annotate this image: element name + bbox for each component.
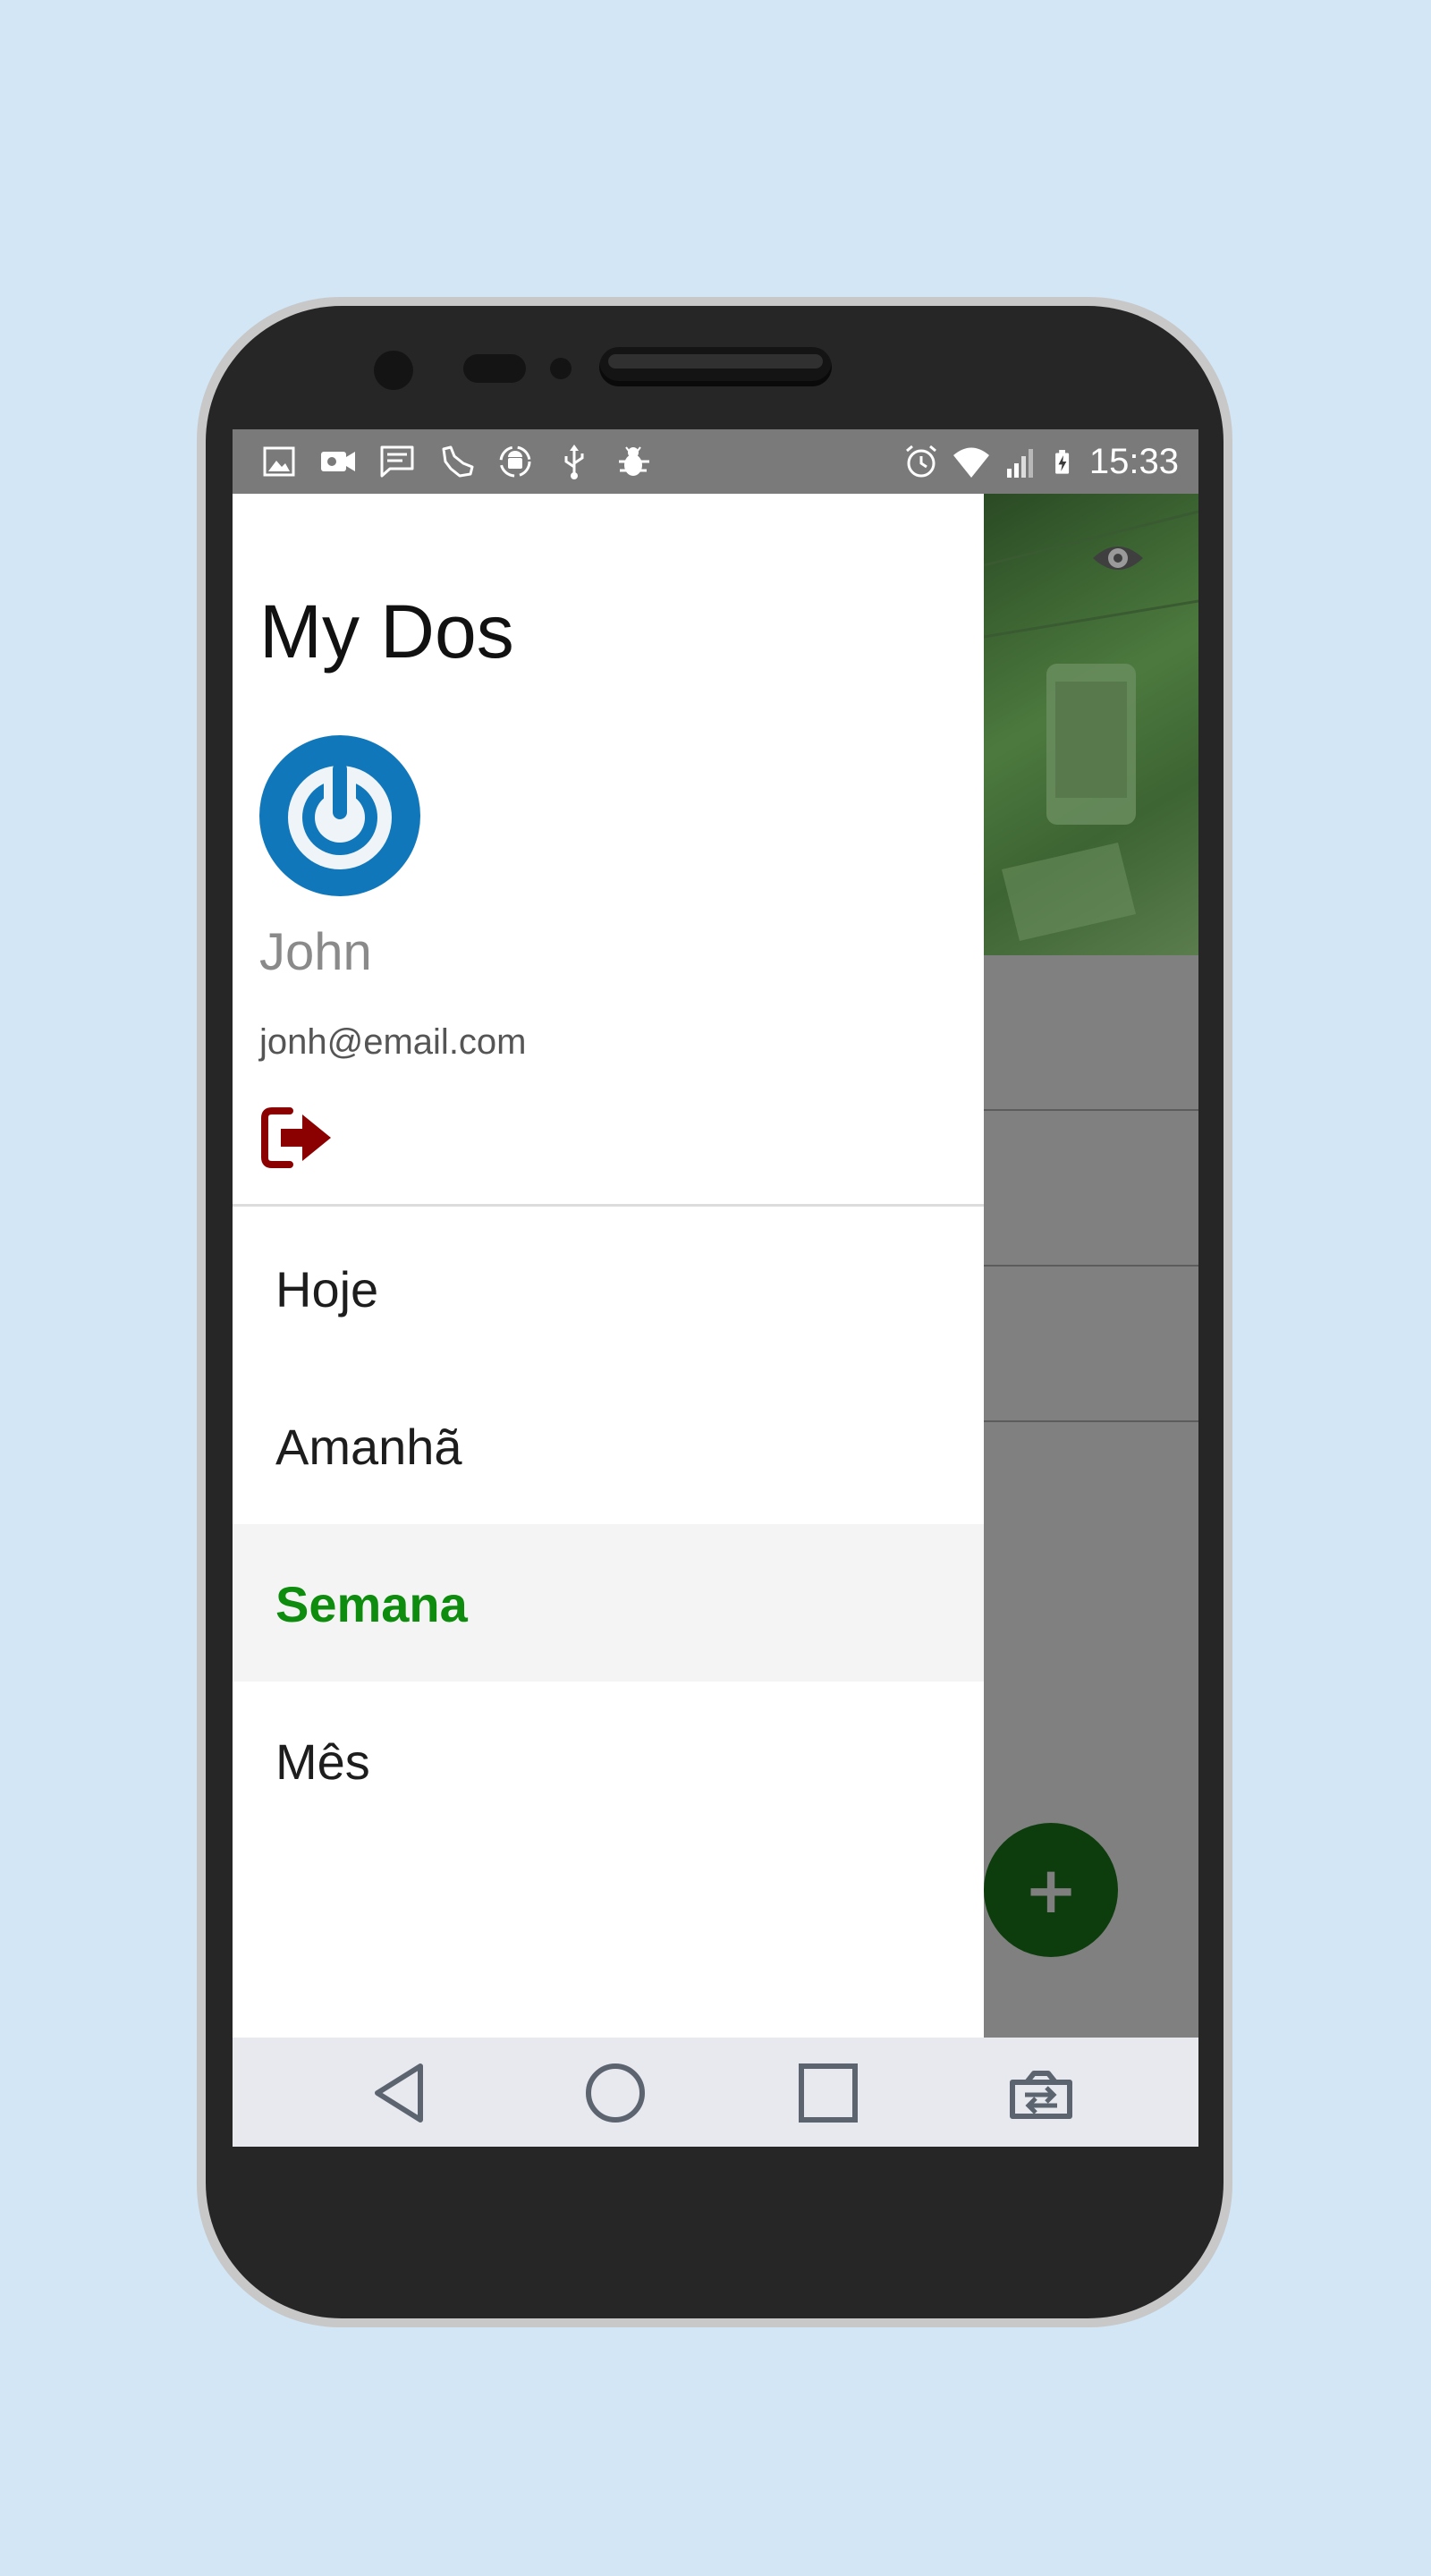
menu-item-semana[interactable]: Semana: [233, 1524, 984, 1682]
message-icon: [380, 445, 414, 478]
list-item[interactable]: [984, 1111, 1198, 1267]
drawer-divider: [233, 1204, 984, 1207]
battery-charging-icon: [1054, 450, 1069, 474]
list-item[interactable]: [984, 955, 1198, 1111]
android-sync-icon: [499, 445, 531, 478]
usb-icon: [564, 445, 584, 479]
plus-icon: +: [1023, 1852, 1079, 1928]
home-icon[interactable]: [578, 2055, 653, 2131]
fitness-shoe-icon: [442, 445, 474, 478]
menu-item-mes[interactable]: Mês: [233, 1682, 984, 1839]
earpiece-speaker: [599, 347, 832, 386]
menu-item-label: Amanhã: [275, 1419, 462, 1475]
bug-icon: [619, 446, 649, 476]
menu-item-amanha[interactable]: Amanhã: [233, 1367, 984, 1524]
light-sensor: [550, 358, 572, 379]
eye-icon[interactable]: [1089, 530, 1147, 587]
notification-icons: [259, 442, 653, 481]
status-bar: 15:33: [233, 429, 1198, 494]
user-name: John: [259, 923, 372, 981]
avatar[interactable]: [259, 735, 420, 896]
video-camera-icon: [321, 452, 355, 471]
screen-switch-icon[interactable]: [1003, 2055, 1079, 2131]
recents-icon[interactable]: [791, 2055, 866, 2131]
gallery-icon: [263, 446, 295, 477]
front-camera: [374, 351, 413, 390]
user-email: jonh@email.com: [259, 1022, 527, 1062]
drawer-title: My Dos: [259, 589, 514, 674]
system-nav-bar: [233, 2038, 1198, 2147]
system-status-icons: 15:33: [902, 442, 1179, 481]
back-icon[interactable]: [363, 2055, 438, 2131]
menu-item-hoje[interactable]: Hoje: [233, 1209, 984, 1367]
menu-item-label: Semana: [275, 1576, 468, 1632]
menu-item-label: Mês: [275, 1733, 370, 1790]
list-item[interactable]: [984, 1267, 1198, 1422]
clock-time: 15:33: [1088, 442, 1179, 481]
phone-screen: 15:33 + My Dos John jonh@email.com Hoje …: [233, 429, 1198, 2147]
add-button[interactable]: +: [984, 1823, 1118, 1957]
menu-item-label: Hoje: [275, 1261, 379, 1318]
wifi-icon: [953, 447, 989, 478]
navigation-drawer: My Dos John jonh@email.com Hoje Amanhã S…: [233, 494, 984, 2038]
sign-out-icon[interactable]: [259, 1106, 333, 1170]
cell-signal-icon: [1006, 449, 1033, 478]
proximity-sensor: [463, 354, 526, 383]
alarm-icon: [905, 445, 936, 478]
